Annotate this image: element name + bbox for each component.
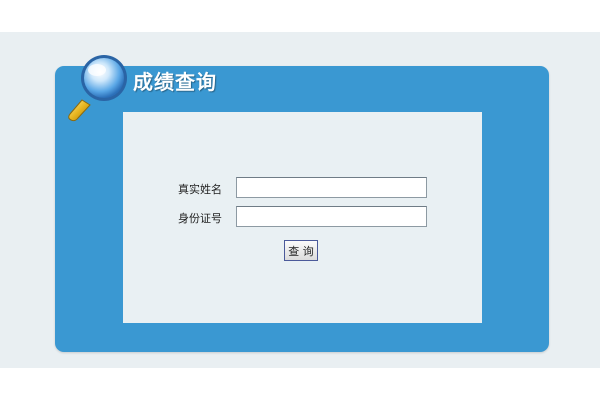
magnifier-icon: [68, 55, 127, 122]
panel-title: 成绩查询: [133, 70, 217, 94]
real-name-input[interactable]: [236, 177, 427, 198]
query-button[interactable]: 查 询: [284, 240, 318, 261]
id-number-input[interactable]: [236, 206, 427, 227]
id-number-label: 身份证号: [178, 212, 222, 225]
real-name-label: 真实姓名: [178, 183, 222, 196]
